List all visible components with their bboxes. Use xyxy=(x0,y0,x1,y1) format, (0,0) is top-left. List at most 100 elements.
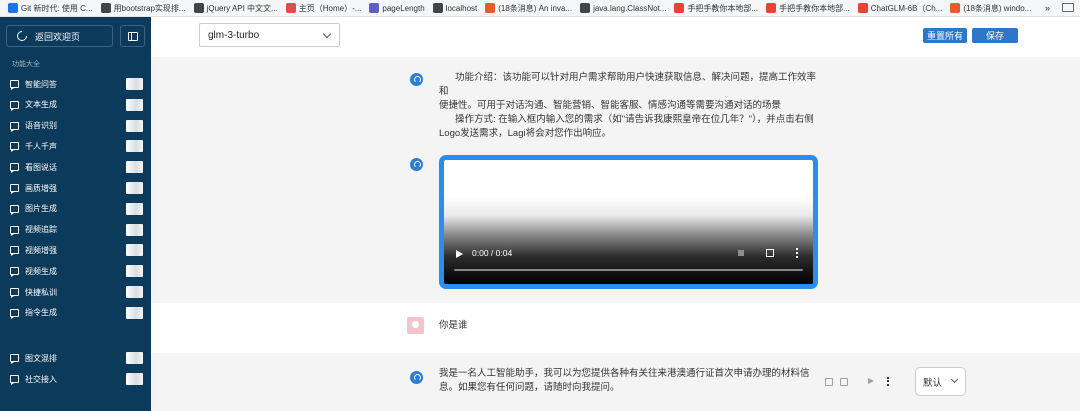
sidebar-item[interactable]: 图片生成 xyxy=(10,202,143,216)
sidebar-item-label: 语音识别 xyxy=(25,121,57,131)
intro-line: 便捷性。可用于对话沟通、智能营销、智能客服、情感沟通等需要沟通对话的场景 xyxy=(439,100,782,111)
chat-bubble-icon xyxy=(10,288,19,298)
sidebar-item[interactable]: 图文混排 xyxy=(10,351,143,365)
intro-line: 操作方式: 在输入框内输入您的需求（如"请告诉我康熙皇帝在位几年？"），并点击右… xyxy=(455,114,814,125)
sidebar-item-thumbnail xyxy=(126,373,143,385)
fullscreen-icon[interactable] xyxy=(766,249,774,257)
chat-bubble-icon xyxy=(10,142,19,153)
sidebar-item[interactable]: 指令生成 xyxy=(10,306,143,320)
bookmark-item[interactable]: ChatGLM-6B（Ch... xyxy=(857,3,943,14)
sidebar-item-label: 看图说话 xyxy=(25,162,57,172)
more-vertical-icon[interactable] xyxy=(887,377,889,386)
model-select-value: glm-3-turbo xyxy=(208,29,260,41)
sidebar-item-thumbnail xyxy=(126,161,143,174)
bookmark-favicon-icon xyxy=(100,3,111,13)
video-player[interactable]: 0:00 / 0:04 xyxy=(439,155,818,289)
bookmark-label: ChatGLM-6B（Ch... xyxy=(870,3,943,13)
reply-line: 我是一名人工智能助手，我可以为您提供各种有关往来港澳通行证首次申请办理的材料信 xyxy=(439,368,810,379)
sidebar-item-label: 千人千声 xyxy=(25,141,57,151)
video-time: 0:00 / 0:04 xyxy=(472,248,513,258)
sidebar-item-thumbnail xyxy=(126,202,143,215)
bookmarks-overflow-button[interactable]: » xyxy=(1045,3,1050,13)
sidebar-item[interactable]: 看图说话 xyxy=(10,160,143,174)
sidebar-item-thumbnail xyxy=(126,352,143,364)
sidebar-item-label: 视频追踪 xyxy=(25,225,57,235)
reply-line: 息。如果您有任何问题，请随时向我提问。 xyxy=(439,382,620,393)
bookmark-item[interactable]: (18条消息) windo... xyxy=(950,3,1031,14)
chevron-down-icon xyxy=(950,375,959,384)
bot-reply-text: 我是一名人工智能助手，我可以为您提供各种有关往来港澳通行证首次申请办理的材料信 … xyxy=(439,367,819,395)
sidebar-item-label: 画质增强 xyxy=(25,183,57,193)
sidebar-item-label: 智能问答 xyxy=(25,79,57,89)
section-label: 功能大全 xyxy=(12,61,40,68)
play-icon[interactable] xyxy=(456,250,463,258)
bookmark-item[interactable]: 手把手教你本地部... xyxy=(766,3,850,14)
bookmark-item[interactable]: Git 新时代: 使用 C... xyxy=(8,3,93,14)
bookmark-favicon-icon xyxy=(485,3,496,13)
bot-avatar-icon xyxy=(410,158,423,171)
intro-line: Logo发送需求，Lagi将会对您作出响应。 xyxy=(439,128,612,139)
chat-bubble-icon xyxy=(10,225,19,236)
sidebar-item[interactable]: 视频增强 xyxy=(10,243,143,257)
sidebar-item-label: 社交接入 xyxy=(25,374,57,384)
play-audio-icon[interactable] xyxy=(868,378,874,384)
save-button[interactable]: 保存 xyxy=(972,28,1018,43)
more-options-icon[interactable] xyxy=(796,248,798,258)
top-toolbar: glm-3-turbo 重置所有 保存 xyxy=(151,17,1080,57)
bookmark-item[interactable]: (18条消息) An inva... xyxy=(485,3,572,14)
sidebar-item[interactable]: 智能问答 xyxy=(10,77,143,91)
bookmark-favicon-icon xyxy=(766,3,777,13)
user-message-text: 你是谁 xyxy=(439,320,468,331)
intro-line: 功能介绍：该功能可以针对用户需求帮助用户快速获取信息、解决问题，提高工作效率和 xyxy=(439,72,817,97)
folder-icon[interactable] xyxy=(1062,3,1074,12)
bookmark-item[interactable]: 用bootstrap实现排... xyxy=(100,3,186,14)
bookmark-favicon-icon xyxy=(193,3,204,13)
sidebar-item[interactable]: 千人千声 xyxy=(10,139,143,153)
sidebar-item[interactable]: 文本生成 xyxy=(10,98,143,112)
bookmark-label: pageLength xyxy=(382,3,425,13)
chat-bubble-icon xyxy=(10,267,19,278)
chat-bubble-icon xyxy=(10,100,19,111)
bookmark-item[interactable]: 主页（Home）-... xyxy=(285,3,362,14)
sidebar-toggle-button[interactable] xyxy=(120,25,145,47)
volume-icon[interactable] xyxy=(738,250,744,256)
bookmark-favicon-icon xyxy=(950,3,961,13)
bookmark-item[interactable]: 手把手教你本地部... xyxy=(674,3,758,14)
back-to-welcome-button[interactable]: 返回欢迎页 xyxy=(6,25,113,47)
bookmark-label: Git 新时代: 使用 C... xyxy=(21,3,93,13)
video-progress-bar[interactable] xyxy=(454,269,803,271)
bookmark-item[interactable]: pageLength xyxy=(369,3,425,13)
chat-bubble-icon xyxy=(10,80,19,90)
sidebar-item[interactable]: 视频追踪 xyxy=(10,223,143,237)
bookmark-item[interactable]: localhost xyxy=(432,3,477,13)
bookmark-item[interactable]: java.lang.ClassNot... xyxy=(580,3,666,13)
sidebar-item-thumbnail xyxy=(126,223,143,236)
sidebar-item-label: 文本生成 xyxy=(25,100,57,110)
sidebar-item[interactable]: 语音识别 xyxy=(10,119,143,133)
thumbs-up-icon[interactable] xyxy=(825,378,833,386)
bookmark-label: jQuery API 中文文... xyxy=(206,3,278,13)
sidebar-item-label: 图片生成 xyxy=(25,204,57,214)
sidebar-item-label: 视频生成 xyxy=(25,266,57,276)
reset-all-button[interactable]: 重置所有 xyxy=(923,28,967,43)
bookmark-label: 手把手教你本地部... xyxy=(687,3,759,13)
voice-select[interactable]: 默认 xyxy=(915,367,966,396)
bookmark-label: 主页（Home）-... xyxy=(298,3,362,13)
sidebar-item[interactable]: 快捷私训 xyxy=(10,285,143,299)
sidebar-item[interactable]: 视频生成 xyxy=(10,264,143,278)
chat-bubble-icon xyxy=(10,163,19,174)
user-avatar xyxy=(407,317,424,334)
bookmark-item[interactable]: jQuery API 中文文... xyxy=(193,3,278,14)
sidebar: 返回欢迎页 功能大全 智能问答文本生成语音识别千人千声看图说话画质增强图片生成视… xyxy=(0,17,151,411)
thumbs-down-icon[interactable] xyxy=(840,378,848,386)
sidebar-item-thumbnail xyxy=(126,98,143,111)
model-select[interactable]: glm-3-turbo xyxy=(199,23,340,47)
bookmark-label: (18条消息) windo... xyxy=(963,3,1032,13)
sidebar-item[interactable]: 画质增强 xyxy=(10,181,143,195)
bookmark-label: 手把手教你本地部... xyxy=(779,3,850,13)
sidebar-item-label: 图文混排 xyxy=(25,353,57,363)
sidebar-item[interactable]: 社交接入 xyxy=(10,372,143,386)
panel-toggle-icon xyxy=(128,32,138,41)
sidebar-item-thumbnail xyxy=(126,306,143,319)
chat-bubble-icon xyxy=(10,354,19,364)
